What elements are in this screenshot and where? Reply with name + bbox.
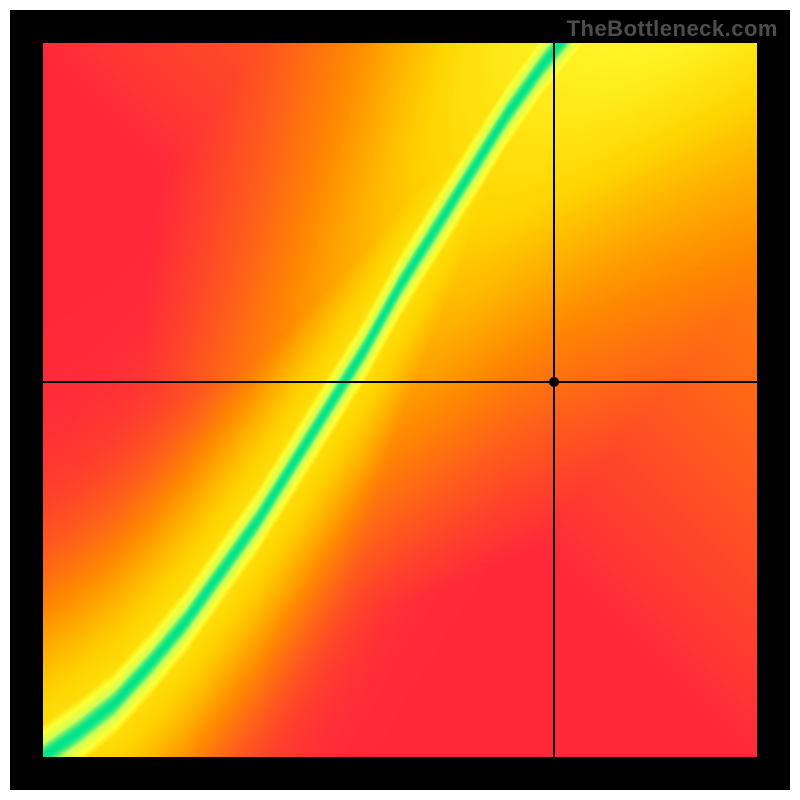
chart-frame: TheBottleneck.com xyxy=(10,10,790,790)
heatmap-canvas xyxy=(43,43,757,757)
plot-area xyxy=(43,43,757,757)
marker-dot xyxy=(549,377,559,387)
crosshair-horizontal xyxy=(43,381,757,383)
crosshair-vertical xyxy=(553,43,555,757)
watermark-label: TheBottleneck.com xyxy=(567,16,778,42)
